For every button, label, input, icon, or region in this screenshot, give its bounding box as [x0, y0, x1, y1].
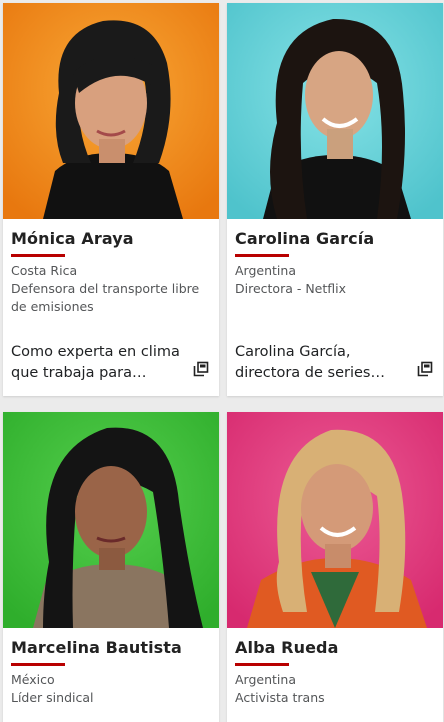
profile-photo[interactable]: [227, 3, 443, 219]
profiles-grid: Mónica Araya Costa Rica Defensora del tr…: [0, 0, 444, 722]
profile-card-marcelina-bautista[interactable]: Marcelina Bautista México Líder sindical: [3, 412, 219, 722]
profile-meta: México Líder sindical: [11, 671, 216, 707]
profile-role: Defensora del transporte libre de emisio…: [11, 281, 200, 314]
profile-photo[interactable]: [3, 412, 219, 628]
name-underline: [11, 254, 65, 257]
profile-role: Líder sindical: [11, 690, 94, 705]
name-underline: [235, 663, 289, 666]
profile-name[interactable]: Mónica Araya: [11, 229, 134, 248]
profile-country: Argentina: [235, 263, 296, 278]
external-link-icon[interactable]: [417, 361, 433, 377]
profile-teaser[interactable]: Carolina García, directora de series…: [235, 342, 415, 384]
profile-photo[interactable]: [3, 3, 219, 219]
profile-role: Directora - Netflix: [235, 281, 347, 296]
teaser-line: Como experta en clima: [11, 344, 180, 360]
profile-name[interactable]: Carolina García: [235, 229, 374, 248]
teaser-line: directora de series…: [235, 365, 385, 381]
name-underline: [11, 663, 65, 666]
external-link-icon[interactable]: [193, 361, 209, 377]
profile-photo[interactable]: [227, 412, 443, 628]
profile-card-alba-rueda[interactable]: Alba Rueda Argentina Activista trans: [227, 412, 443, 722]
profile-teaser[interactable]: Como experta en clima que trabaja para…: [11, 342, 191, 384]
profile-meta: Costa Rica Defensora del transporte libr…: [11, 262, 216, 316]
profile-country: México: [11, 672, 55, 687]
profile-country: Argentina: [235, 672, 296, 687]
profile-country: Costa Rica: [11, 263, 78, 278]
profile-role: Activista trans: [235, 690, 325, 705]
name-underline: [235, 254, 289, 257]
profile-card-carolina-garcia[interactable]: Carolina García Argentina Directora - Ne…: [227, 3, 443, 396]
profile-name[interactable]: Marcelina Bautista: [11, 638, 182, 657]
profile-card-monica-araya[interactable]: Mónica Araya Costa Rica Defensora del tr…: [3, 3, 219, 396]
teaser-line: que trabaja para…: [11, 365, 147, 381]
teaser-line: Carolina García,: [235, 344, 351, 360]
profile-name[interactable]: Alba Rueda: [235, 638, 339, 657]
profile-meta: Argentina Directora - Netflix: [235, 262, 440, 298]
profile-meta: Argentina Activista trans: [235, 671, 440, 707]
